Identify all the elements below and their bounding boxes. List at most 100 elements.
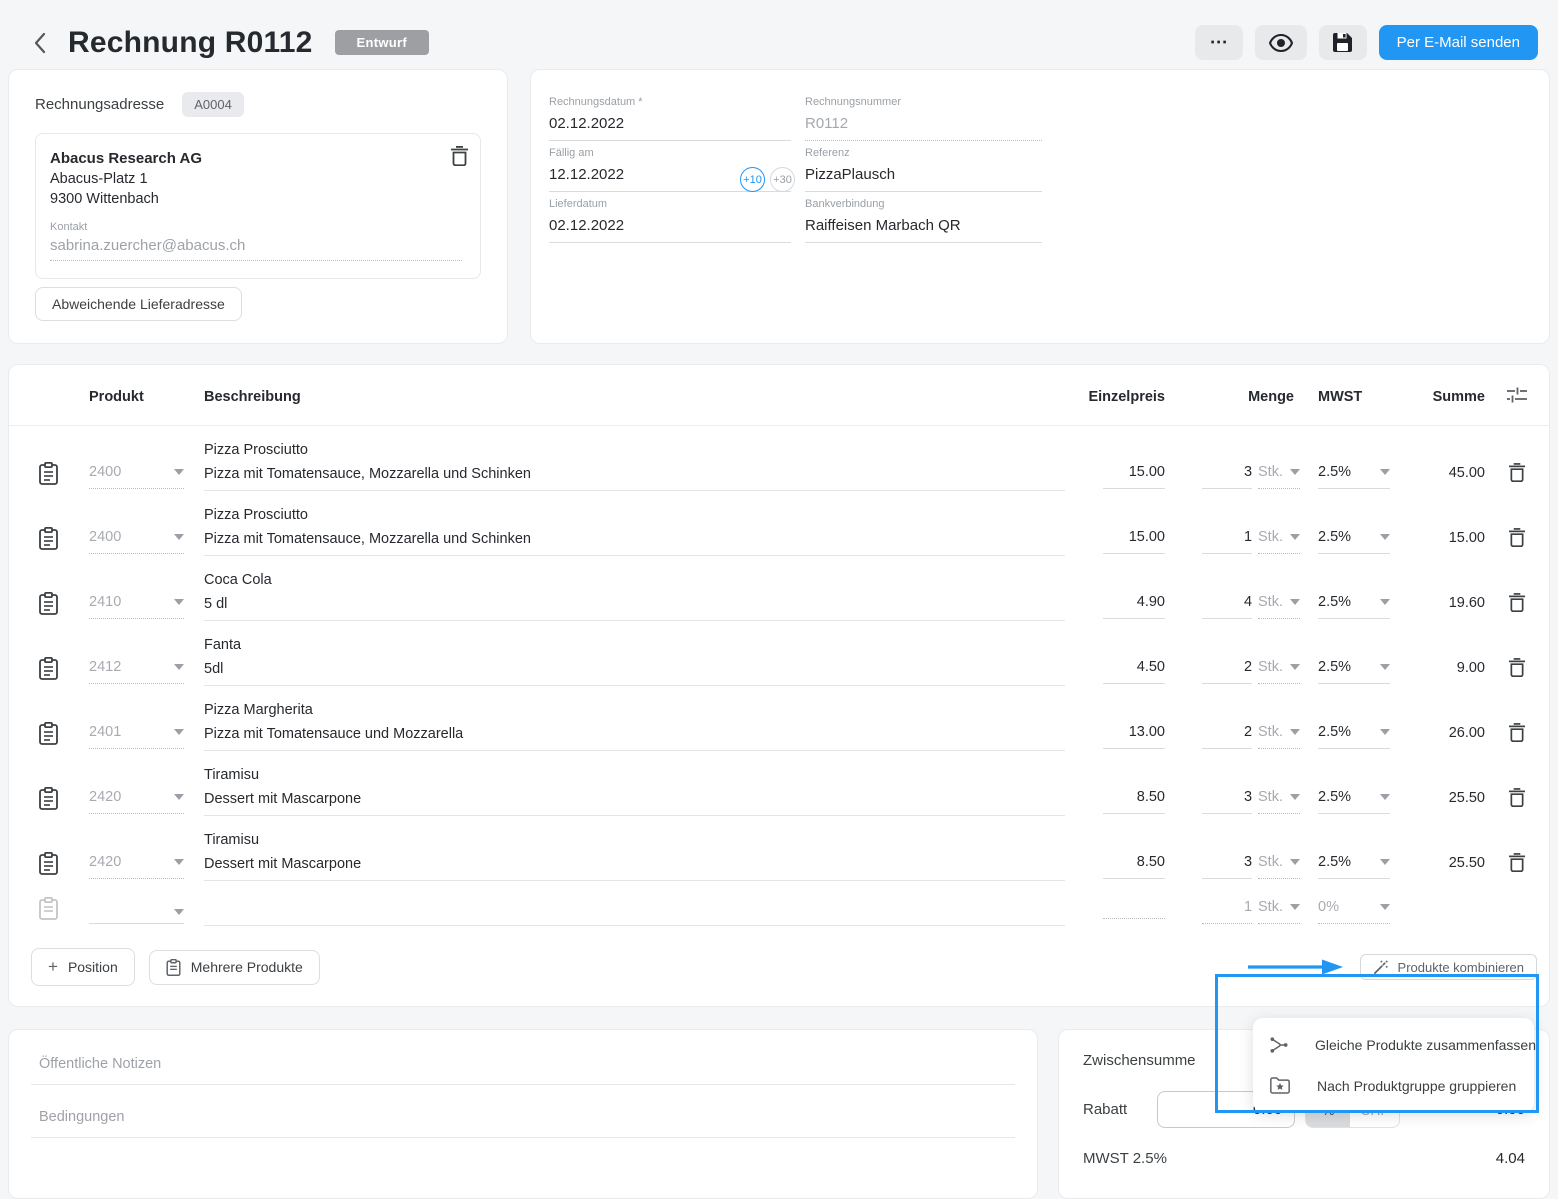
product-select[interactable]: 2400 bbox=[89, 464, 184, 489]
unit-select[interactable]: Stk. bbox=[1258, 529, 1300, 554]
description-input[interactable]: Dessert mit Mascarpone bbox=[204, 856, 1065, 881]
company-name: Abacus Research AG bbox=[50, 150, 462, 167]
unit-select[interactable]: Stk. bbox=[1258, 594, 1300, 619]
description-input[interactable]: Pizza mit Tomatensauce und Mozzarella bbox=[204, 726, 1065, 751]
bank-account-value[interactable]: Raiffeisen Marbach QR bbox=[805, 210, 1042, 243]
chevron-down-icon bbox=[1380, 904, 1390, 910]
quantity-input[interactable]: 3 bbox=[1202, 789, 1252, 814]
row-product-icon-cell bbox=[9, 462, 89, 491]
line-total: 25.50 bbox=[1400, 855, 1485, 881]
delete-row-button[interactable] bbox=[1509, 528, 1525, 550]
description-input[interactable]: 5dl bbox=[204, 661, 1065, 686]
unit-price-cell bbox=[1065, 906, 1165, 926]
menu-item-group-by-product-group[interactable]: Nach Produktgruppe gruppieren bbox=[1253, 1065, 1534, 1106]
product-select-cell: 2420 bbox=[89, 789, 184, 816]
quantity-input[interactable]: 4 bbox=[1202, 594, 1252, 619]
unit-price-input[interactable]: 8.50 bbox=[1103, 789, 1165, 814]
unit-select[interactable]: Stk. bbox=[1258, 899, 1300, 924]
clipboard-icon bbox=[39, 592, 58, 615]
row-product-icon-cell bbox=[9, 657, 89, 686]
product-select[interactable]: 2400 bbox=[89, 529, 184, 554]
conditions-field[interactable]: Bedingungen bbox=[31, 1087, 1015, 1138]
vat-select[interactable]: 2.5% bbox=[1318, 594, 1390, 619]
unit-price-input[interactable]: 4.90 bbox=[1103, 594, 1165, 619]
vat-value: 2.5% bbox=[1318, 464, 1351, 480]
add-position-button[interactable]: + Position bbox=[31, 948, 135, 986]
due-date-field[interactable]: Fällig am 12.12.2022 +10 +30 bbox=[549, 141, 791, 192]
description-input[interactable]: Dessert mit Mascarpone bbox=[204, 791, 1065, 816]
product-select[interactable]: 2410 bbox=[89, 594, 184, 619]
delete-row-button[interactable] bbox=[1509, 788, 1525, 810]
combine-products-button[interactable]: Produkte kombinieren bbox=[1360, 954, 1537, 980]
unit-price-input[interactable]: 15.00 bbox=[1103, 529, 1165, 554]
unit-select[interactable]: Stk. bbox=[1258, 854, 1300, 879]
folder-star-icon bbox=[1269, 1077, 1291, 1094]
alt-delivery-address-button[interactable]: Abweichende Lieferadresse bbox=[35, 287, 242, 321]
column-settings-button[interactable] bbox=[1485, 385, 1549, 409]
vat-select[interactable]: 2.5% bbox=[1318, 854, 1390, 879]
quantity-input[interactable]: 1 bbox=[1202, 899, 1252, 924]
delete-row-button[interactable] bbox=[1509, 658, 1525, 680]
remove-address-button[interactable] bbox=[451, 146, 468, 169]
delete-row-button[interactable] bbox=[1509, 723, 1525, 745]
product-select[interactable] bbox=[89, 909, 184, 924]
menu-item-merge-same-products[interactable]: Gleiche Produkte zusammenfassen bbox=[1253, 1024, 1534, 1065]
vat-select[interactable]: 2.5% bbox=[1318, 464, 1390, 489]
reference-value[interactable]: PizzaPlausch bbox=[805, 159, 1042, 192]
combine-products-menu: Gleiche Produkte zusammenfassen Nach Pro… bbox=[1253, 1018, 1534, 1112]
vat-select[interactable]: 0% bbox=[1318, 899, 1390, 924]
vat-value: 2.5% bbox=[1318, 789, 1351, 805]
row-product-icon-cell bbox=[9, 787, 89, 816]
unit-select[interactable]: Stk. bbox=[1258, 464, 1300, 489]
invoice-date-field[interactable]: Rechnungsdatum * 02.12.2022 bbox=[549, 90, 791, 141]
product-select[interactable]: 2420 bbox=[89, 854, 184, 879]
unit-price-cell: 8.50 bbox=[1065, 788, 1165, 816]
public-notes-field[interactable]: Öffentliche Notizen bbox=[31, 1056, 1015, 1085]
description-input[interactable] bbox=[204, 917, 1065, 926]
preview-button[interactable] bbox=[1255, 25, 1307, 60]
address-box[interactable]: Abacus Research AG Abacus-Platz 1 9300 W… bbox=[35, 133, 481, 279]
multiple-products-button[interactable]: Mehrere Produkte bbox=[149, 950, 320, 985]
quantity-input[interactable]: 1 bbox=[1202, 529, 1252, 554]
unit-price-input[interactable]: 4.50 bbox=[1103, 659, 1165, 684]
product-select[interactable]: 2412 bbox=[89, 659, 184, 684]
plus-30-days-chip[interactable]: +30 bbox=[770, 167, 795, 192]
quantity-input[interactable]: 3 bbox=[1202, 464, 1252, 489]
delivery-date-field[interactable]: Lieferdatum 02.12.2022 bbox=[549, 192, 791, 243]
delete-row-button[interactable] bbox=[1509, 593, 1525, 615]
save-button[interactable] bbox=[1319, 25, 1367, 60]
quantity-input[interactable]: 3 bbox=[1202, 854, 1252, 879]
description-input[interactable]: Pizza mit Tomatensauce, Mozzarella und S… bbox=[204, 531, 1065, 556]
contact-field[interactable]: sabrina.zuercher@abacus.ch bbox=[50, 237, 462, 261]
product-select[interactable]: 2401 bbox=[89, 724, 184, 749]
product-code: 2420 bbox=[89, 789, 121, 805]
delete-row-button[interactable] bbox=[1509, 463, 1525, 485]
vat-select[interactable]: 2.5% bbox=[1318, 724, 1390, 749]
quantity-input[interactable]: 2 bbox=[1202, 724, 1252, 749]
more-actions-button[interactable]: ⋯ bbox=[1195, 25, 1243, 60]
invoice-date-value[interactable]: 02.12.2022 bbox=[549, 108, 791, 141]
unit-select[interactable]: Stk. bbox=[1258, 659, 1300, 684]
reference-field[interactable]: Referenz PizzaPlausch bbox=[805, 141, 1042, 192]
product-select[interactable]: 2420 bbox=[89, 789, 184, 814]
unit-price-input[interactable]: 15.00 bbox=[1103, 464, 1165, 489]
vat-select[interactable]: 2.5% bbox=[1318, 529, 1390, 554]
unit-price-input[interactable]: 13.00 bbox=[1103, 724, 1165, 749]
delete-row-cell bbox=[1485, 528, 1549, 556]
delete-row-button[interactable] bbox=[1509, 853, 1525, 875]
description-input[interactable]: 5 dl bbox=[204, 596, 1065, 621]
send-email-button[interactable]: Per E-Mail senden bbox=[1379, 25, 1538, 60]
vat-select[interactable]: 2.5% bbox=[1318, 659, 1390, 684]
unit-select[interactable]: Stk. bbox=[1258, 724, 1300, 749]
unit-select[interactable]: Stk. bbox=[1258, 789, 1300, 814]
description-input[interactable]: Pizza mit Tomatensauce, Mozzarella und S… bbox=[204, 466, 1065, 491]
delivery-date-value[interactable]: 02.12.2022 bbox=[549, 210, 791, 243]
bank-account-field[interactable]: Bankverbindung Raiffeisen Marbach QR bbox=[805, 192, 1042, 243]
row-product-icon-cell bbox=[9, 592, 89, 621]
plus-10-days-chip[interactable]: +10 bbox=[740, 167, 765, 192]
unit-price-input[interactable] bbox=[1103, 910, 1165, 919]
unit-price-input[interactable]: 8.50 bbox=[1103, 854, 1165, 879]
back-button[interactable] bbox=[26, 28, 52, 58]
vat-select[interactable]: 2.5% bbox=[1318, 789, 1390, 814]
quantity-input[interactable]: 2 bbox=[1202, 659, 1252, 684]
